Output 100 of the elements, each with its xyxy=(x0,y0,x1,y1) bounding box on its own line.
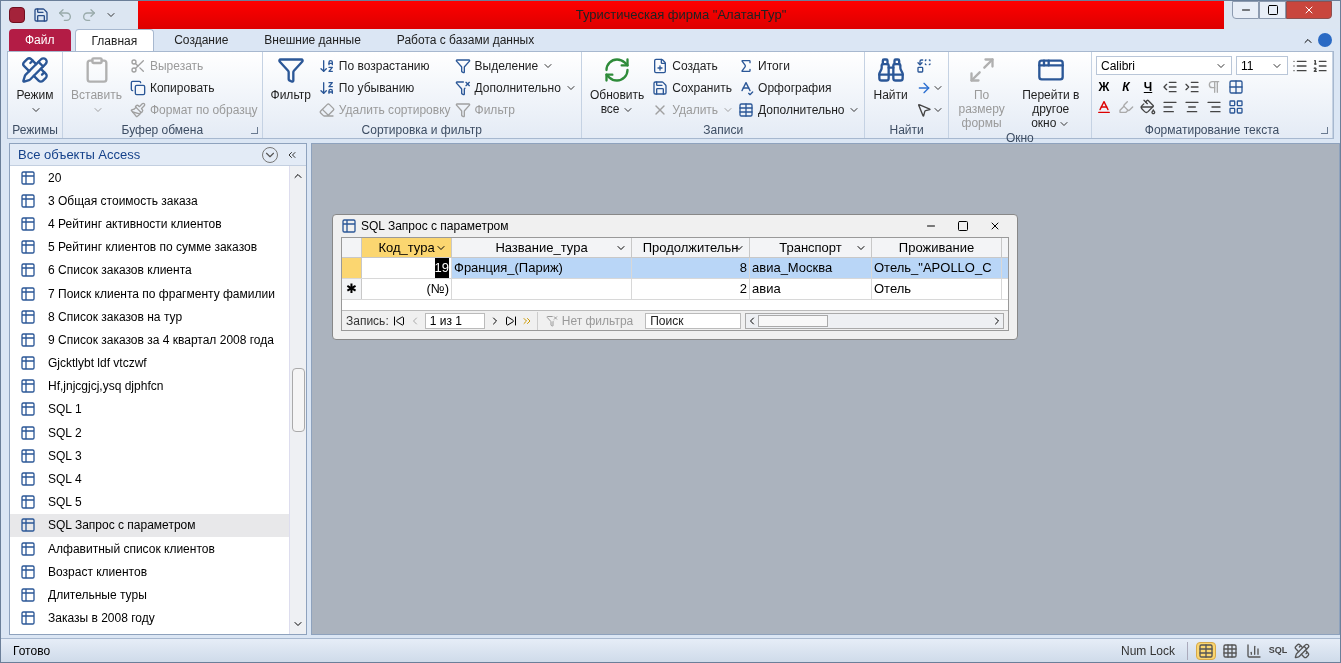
refresh-icon xyxy=(603,56,632,84)
align-center-icon[interactable] xyxy=(1184,99,1200,115)
query-icon xyxy=(20,239,36,256)
nav-item[interactable]: 6 Список заказов клиента xyxy=(10,258,289,282)
bold-button[interactable]: Ж xyxy=(1096,78,1112,96)
indent-increase-icon[interactable] xyxy=(1184,79,1200,95)
column-header[interactable]: Код_тура xyxy=(362,238,452,257)
column-header[interactable]: Проживание xyxy=(872,238,1002,257)
horizontal-scrollbar[interactable] xyxy=(745,312,1004,329)
ribbon-button[interactable]: Итоги xyxy=(738,56,861,75)
indent-decrease-icon[interactable] xyxy=(1162,79,1178,95)
ribbon-button[interactable]: По возрастанию xyxy=(318,56,451,75)
column-header[interactable]: Продолжительн xyxy=(632,238,750,257)
table-cell-text: Отель xyxy=(874,280,912,299)
scissors-icon xyxy=(129,57,146,74)
nav-item[interactable]: Hf,jnjcgjcj,ysq djphfcn xyxy=(10,374,289,398)
pivot-table-icon xyxy=(1222,642,1238,659)
nav-item[interactable]: SQL 4 xyxy=(10,467,289,491)
table-row[interactable]: ✱ (№) 2 авиа Отель xyxy=(342,279,1008,300)
nav-item[interactable]: 20 xyxy=(10,166,289,190)
nav-item[interactable]: SQL 2 xyxy=(10,421,289,445)
nav-item[interactable]: 7 Поиск клиента по фрагменту фамилии xyxy=(10,281,289,306)
group-label: Форматирование текста xyxy=(1144,122,1280,139)
query-icon xyxy=(20,192,36,209)
column-header[interactable]: Транспорт xyxy=(750,238,872,257)
minimize-button[interactable] xyxy=(1232,1,1259,19)
ribbon-button[interactable]: Создать xyxy=(652,56,735,75)
view-button[interactable] xyxy=(1220,641,1240,660)
dialog-launcher-icon[interactable] xyxy=(1321,127,1328,134)
nav-item[interactable]: 5 Рейтинг клиентов по сумме заказов xyxy=(10,235,289,259)
ribbon-button[interactable]: Копировать xyxy=(129,78,258,97)
restore-button[interactable] xyxy=(1259,1,1286,19)
query-icon xyxy=(20,308,36,325)
ribbon-large-button[interactable]: Найти xyxy=(869,56,912,102)
window-title: Туристическая фирма "АлатанТур" xyxy=(575,6,787,25)
view-button[interactable] xyxy=(1292,641,1312,660)
align-right-icon[interactable] xyxy=(1206,99,1222,115)
ribbon-large-button[interactable]: Перейти в другое окно xyxy=(1014,56,1087,130)
search-field[interactable]: Поиск xyxy=(645,312,742,329)
column-header[interactable]: Название_тура xyxy=(452,238,632,257)
nav-item[interactable]: Длительные туры xyxy=(10,583,289,607)
numbering-icon[interactable] xyxy=(1312,57,1328,74)
ribbon-large-button[interactable]: Обновить все xyxy=(585,56,649,116)
ruler-pencil-icon xyxy=(21,56,50,84)
ribbon-tab[interactable]: Работа с базами данных xyxy=(380,29,551,51)
scroll-thumb[interactable] xyxy=(291,368,305,432)
scroll-thumb[interactable] xyxy=(758,314,829,327)
ribbon-button[interactable]: Сохранить xyxy=(652,78,735,97)
ribbon-large-button[interactable]: Режим xyxy=(12,56,59,116)
nav-item[interactable]: 4 Рейтинг активности клиентов xyxy=(10,212,289,236)
nav-item[interactable]: Заказы в 2008 году xyxy=(10,606,289,630)
ribbon-button[interactable]: Дополнительно xyxy=(738,100,861,119)
font-name-field[interactable]: Calibri xyxy=(1096,56,1232,75)
underline-button[interactable]: Ч xyxy=(1140,78,1156,96)
ribbon-tab[interactable]: Главная xyxy=(74,29,155,51)
align-left-icon[interactable] xyxy=(1162,99,1178,115)
nav-item[interactable]: Алфавитный список клиентов xyxy=(10,537,289,561)
last-record-icon[interactable] xyxy=(504,314,517,327)
grid-icon[interactable] xyxy=(1228,99,1244,115)
font-size-field[interactable]: 11 xyxy=(1236,56,1288,75)
pane-title: Все объекты Access xyxy=(18,145,141,164)
ribbon-button[interactable]: Орфография xyxy=(738,78,861,97)
view-button[interactable] xyxy=(1196,641,1216,660)
italic-button[interactable]: К xyxy=(1118,78,1134,96)
table-cell-text: Франция_(Париж) xyxy=(454,259,563,278)
ribbon-button[interactable]: Дополнительно xyxy=(454,78,577,97)
eraser-icon xyxy=(318,101,335,118)
save-icon[interactable] xyxy=(33,7,49,23)
table-row[interactable]: 19 Франция_(Париж) 8 авиа_Москва Отель_"APOLLO_C xyxy=(342,258,1008,279)
nav-item[interactable]: Возраст клиентов xyxy=(10,560,289,584)
restore-icon[interactable] xyxy=(957,220,969,232)
fill-color-icon[interactable] xyxy=(1140,99,1156,115)
row-selector[interactable]: ✱ xyxy=(342,279,362,299)
nav-item[interactable]: SQL 5 xyxy=(10,490,289,514)
help-icon[interactable] xyxy=(1318,33,1332,47)
ribbon-tab[interactable]: Внешние данные xyxy=(248,29,377,51)
nav-item[interactable]: 8 Список заказов на тур xyxy=(10,305,289,329)
file-tab[interactable]: Файл xyxy=(9,29,71,51)
first-record-icon[interactable] xyxy=(392,314,405,327)
group-label: Окно xyxy=(1005,130,1034,147)
ribbon-button[interactable]: По убыванию xyxy=(318,78,451,97)
font-color-icon[interactable] xyxy=(1096,99,1112,115)
ribbon-tab[interactable]: Создание xyxy=(158,29,245,51)
gridlines-icon[interactable] xyxy=(1228,79,1244,95)
ribbon-large-button[interactable]: Фильтр xyxy=(266,56,315,102)
nav-item[interactable]: 3 Общая стоимость заказа xyxy=(10,189,289,213)
scrollbar[interactable] xyxy=(289,166,306,634)
record-position-field[interactable]: 1 из 1 xyxy=(424,312,485,329)
nav-item[interactable]: SQL 3 xyxy=(10,444,289,468)
nav-item[interactable]: SQL Запрос с параметром xyxy=(10,513,289,537)
dialog-launcher-icon[interactable] xyxy=(250,127,258,134)
nav-item[interactable]: Gjcktlybt ldf vtczwf xyxy=(10,351,289,375)
nav-item[interactable]: SQL 1 xyxy=(10,397,289,422)
ribbon-button[interactable]: Выделение xyxy=(454,56,577,75)
table-cell: 19 xyxy=(434,258,449,278)
view-button[interactable]: SQL xyxy=(1268,641,1288,660)
query-icon xyxy=(20,494,36,511)
datasheet-view-icon xyxy=(1198,642,1214,659)
nav-item[interactable]: 9 Список заказов за 4 квартал 2008 года xyxy=(10,328,289,352)
close-icon[interactable] xyxy=(989,220,1001,232)
